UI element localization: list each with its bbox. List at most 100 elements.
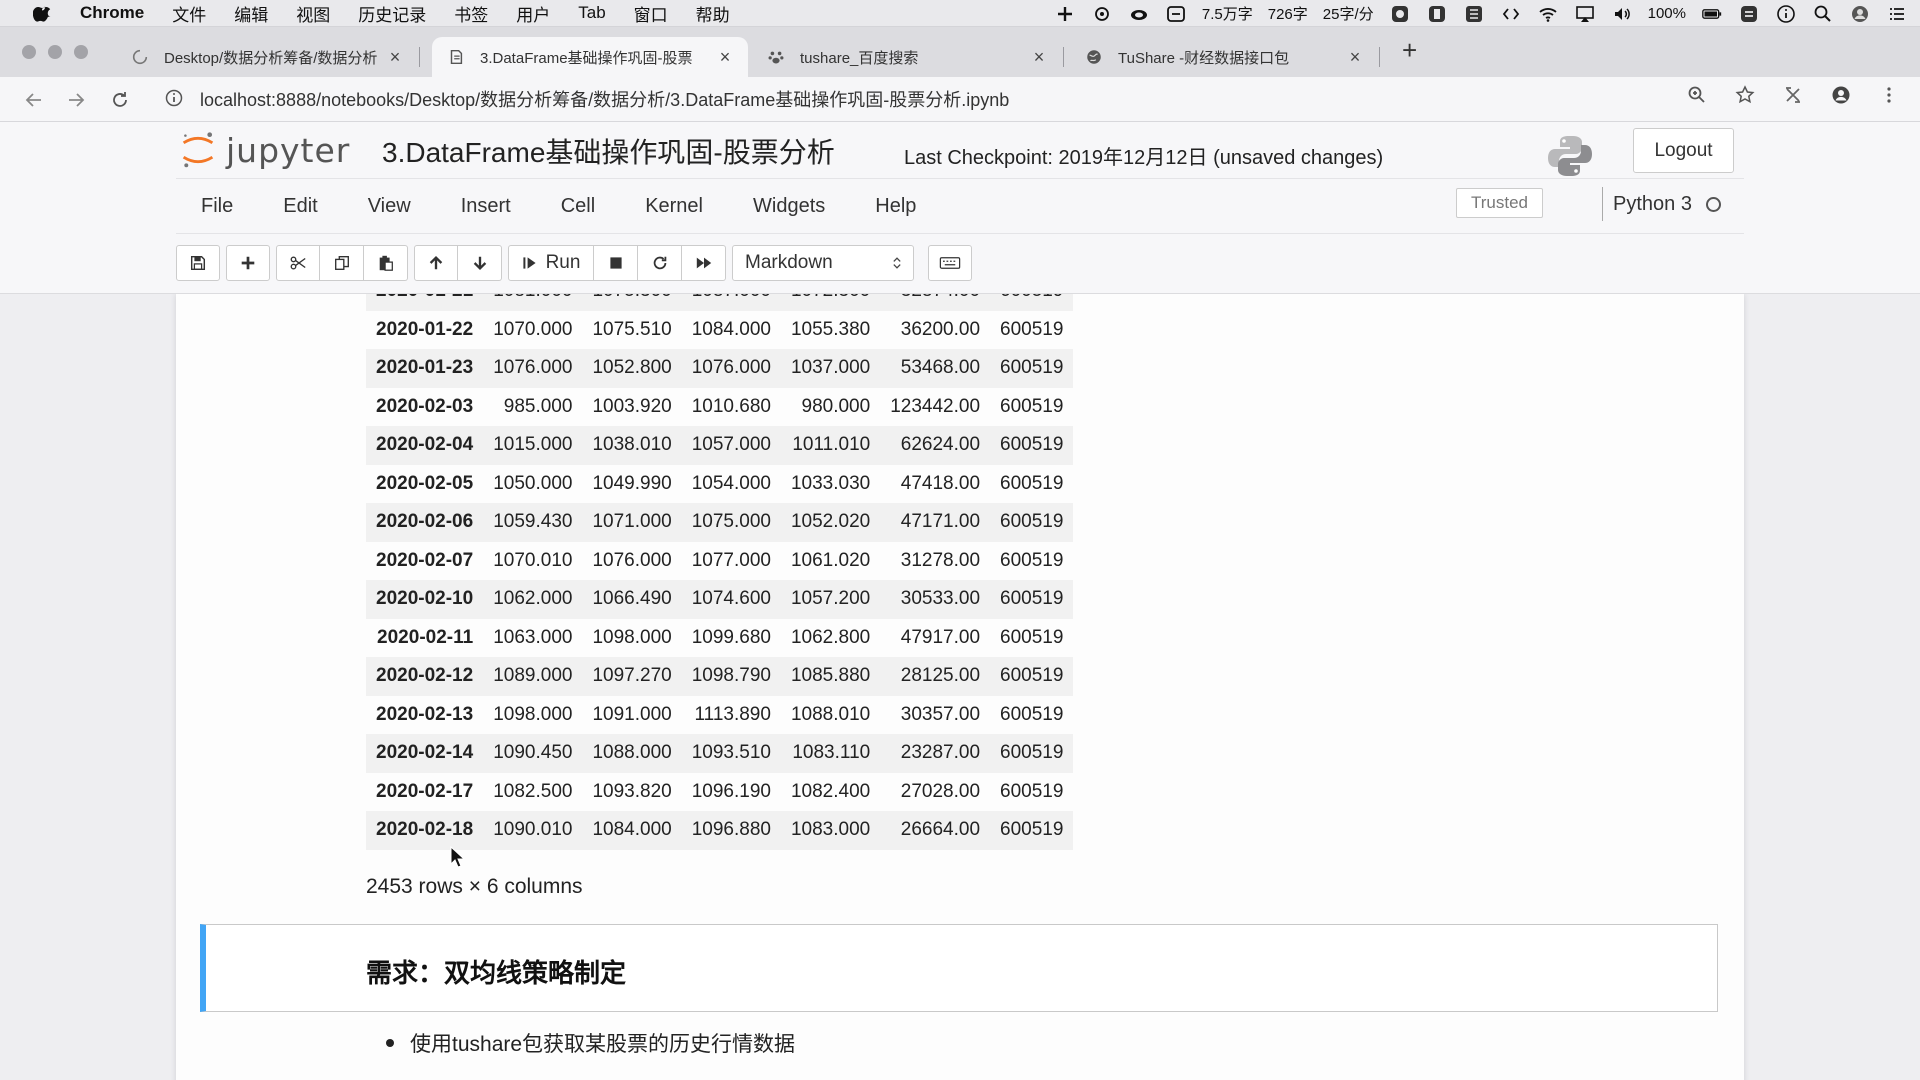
menu-help[interactable]: 帮助: [696, 1, 730, 26]
code-icon[interactable]: [1500, 4, 1522, 24]
notebook-container[interactable]: 2020-01-211081.0001075.3001087.0001072.3…: [0, 294, 1920, 1080]
apple-icon[interactable]: [28, 3, 56, 23]
loading-spinner-icon: [130, 47, 150, 67]
menu-people[interactable]: 用户: [516, 1, 550, 26]
menu-bookmarks[interactable]: 书签: [454, 1, 488, 26]
row-index-date: 2020-02-11: [366, 618, 484, 657]
save-button[interactable]: [176, 245, 220, 281]
menu-help[interactable]: Help: [875, 195, 916, 218]
table-row: 2020-02-04 1015.000 1038.010 1057.000 1011.0…: [366, 426, 1074, 465]
clipboard-app-icon[interactable]: [1738, 4, 1760, 24]
cut-button[interactable]: [276, 245, 320, 281]
table-cell: 1052.800: [582, 349, 682, 388]
notebook-title[interactable]: 3.DataFrame基础操作巩固-股票分析: [382, 131, 835, 171]
table-cell: 1096.190: [681, 772, 781, 811]
command-palette-button[interactable]: [928, 245, 972, 281]
screen-icon[interactable]: [1165, 4, 1187, 24]
plus-icon: [241, 256, 255, 270]
menu-window[interactable]: 窗口: [634, 1, 668, 26]
menu-history[interactable]: 历史记录: [358, 1, 426, 26]
menu-kernel[interactable]: Kernel: [645, 195, 703, 218]
reload-icon[interactable]: [106, 86, 134, 114]
table-cell: 1084.000: [681, 310, 781, 349]
table-row: 2020-02-07 1070.010 1076.000 1077.000 1061.0…: [366, 541, 1074, 580]
interrupt-button[interactable]: [594, 245, 638, 281]
move-down-button[interactable]: [458, 245, 502, 281]
new-tab-button[interactable]: +: [1402, 35, 1417, 66]
copy-button[interactable]: [320, 245, 364, 281]
table-cell: 36200.00: [880, 310, 991, 349]
notebook-toolbar: Run Markdown: [176, 242, 972, 284]
menu-widgets[interactable]: Widgets: [753, 195, 825, 218]
zoom-window-button[interactable]: [74, 45, 88, 59]
more-menu-icon[interactable]: [1878, 85, 1900, 105]
app-icon-2[interactable]: [1426, 4, 1448, 24]
battery-icon[interactable]: [1701, 4, 1723, 24]
menu-app-name[interactable]: Chrome: [80, 3, 144, 23]
logout-button[interactable]: Logout: [1633, 128, 1734, 173]
kernel-indicator[interactable]: Python 3: [1602, 187, 1721, 221]
run-button[interactable]: Run: [508, 245, 594, 281]
menu-tab[interactable]: Tab: [578, 3, 605, 23]
tab-tushare-site[interactable]: TuShare -财经数据接口包 ×: [1070, 37, 1380, 77]
plus-icon[interactable]: [1054, 4, 1076, 24]
table-cell: 1113.890: [681, 695, 781, 734]
table-cell: 600519: [990, 772, 1074, 811]
table-cell: 31278.00: [880, 541, 991, 580]
menu-file[interactable]: File: [201, 195, 233, 218]
markdown-cell-selected[interactable]: 需求：双均线策略制定: [200, 924, 1718, 1012]
close-window-button[interactable]: [22, 45, 36, 59]
forward-arrow-icon[interactable]: [62, 86, 90, 114]
table-cell: 32874.00: [880, 294, 991, 311]
notification-center-icon[interactable]: [1886, 4, 1908, 24]
minimize-window-button[interactable]: [48, 45, 62, 59]
cloud-icon[interactable]: [1128, 4, 1150, 24]
row-index-date: 2020-02-12: [366, 657, 484, 696]
info-icon[interactable]: [1775, 4, 1797, 24]
tab-desktop-notebooks[interactable]: Desktop/数据分析筹备/数据分析 ×: [116, 37, 420, 77]
url-field[interactable]: localhost:8888/notebooks/Desktop/数据分析筹备/…: [152, 82, 1722, 116]
paste-button[interactable]: [364, 245, 408, 281]
table-cell: 1061.020: [780, 541, 881, 580]
back-arrow-icon[interactable]: [20, 86, 48, 114]
site-info-icon[interactable]: [164, 88, 186, 110]
menu-file[interactable]: 文件: [172, 1, 206, 26]
jupyter-logo[interactable]: jupyter: [180, 130, 350, 170]
profile-icon[interactable]: [1830, 85, 1852, 105]
spotlight-icon[interactable]: [1812, 4, 1834, 24]
menu-edit[interactable]: Edit: [283, 195, 317, 218]
sync-icon[interactable]: [1091, 4, 1113, 24]
app-icon-1[interactable]: [1389, 4, 1411, 24]
zoom-icon[interactable]: [1686, 85, 1708, 105]
row-index-date: 2020-02-03: [366, 387, 484, 426]
tab-dataframe-notebook[interactable]: 3.DataFrame基础操作巩固-股票 ×: [432, 37, 748, 77]
close-tab-icon[interactable]: ×: [1346, 47, 1364, 68]
menu-edit[interactable]: 编辑: [234, 1, 268, 26]
close-tab-icon[interactable]: ×: [716, 47, 734, 68]
move-up-button[interactable]: [414, 245, 458, 281]
restart-run-all-button[interactable]: [682, 245, 726, 281]
menu-view[interactable]: View: [368, 195, 411, 218]
extension-icon[interactable]: [1782, 85, 1804, 105]
table-cell: 1090.010: [483, 811, 583, 850]
table-cell: 600519: [990, 734, 1074, 773]
cell-type-select[interactable]: Markdown: [732, 245, 914, 281]
menu-cell[interactable]: Cell: [561, 195, 595, 218]
input-method-icon[interactable]: [1463, 4, 1485, 24]
wifi-icon[interactable]: [1537, 4, 1559, 24]
restart-button[interactable]: [638, 245, 682, 281]
volume-icon[interactable]: [1611, 4, 1633, 24]
table-cell: 1083.110: [780, 734, 881, 773]
close-tab-icon[interactable]: ×: [386, 47, 404, 68]
airplay-icon[interactable]: [1574, 4, 1596, 24]
tab-tushare-baidu[interactable]: tushare_百度搜索 ×: [752, 37, 1064, 77]
table-cell: 1098.790: [681, 657, 781, 696]
trusted-indicator[interactable]: Trusted: [1456, 188, 1543, 218]
insert-cell-button[interactable]: [226, 245, 270, 281]
menu-view[interactable]: 视图: [296, 1, 330, 26]
user-avatar-icon[interactable]: [1849, 4, 1871, 24]
close-tab-icon[interactable]: ×: [1030, 47, 1048, 68]
menu-insert[interactable]: Insert: [461, 195, 511, 218]
url-text: localhost:8888/notebooks/Desktop/数据分析筹备/…: [200, 90, 1010, 110]
bookmark-star-icon[interactable]: [1734, 85, 1756, 105]
